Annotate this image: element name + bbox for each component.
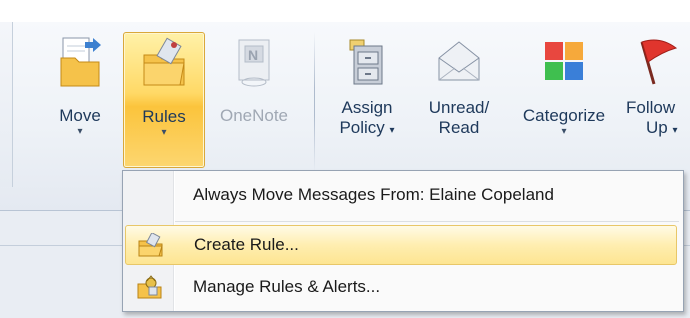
envelope-icon xyxy=(438,41,480,81)
always-move-label: Always Move Messages From: Elaine Copela… xyxy=(193,185,554,204)
unread-read-label: Unread/ Read xyxy=(429,98,489,138)
ribbon-left-edge xyxy=(0,22,13,187)
chevron-down-icon: ▾ xyxy=(672,125,678,136)
chevron-down-icon: ▾ xyxy=(561,126,567,137)
up-label-line2: Up xyxy=(646,118,668,137)
policy-label-line2: Policy xyxy=(339,118,385,137)
onenote-label: OneNote xyxy=(219,106,289,125)
menu-separator xyxy=(175,221,679,222)
onenote-icon: N xyxy=(238,39,270,87)
move-folder-icon xyxy=(60,37,101,87)
categorize-label: Categorize xyxy=(522,106,606,125)
ribbon-group-separator xyxy=(314,32,315,172)
menu-item-always-move[interactable]: Always Move Messages From: Elaine Copela… xyxy=(125,175,677,215)
move-label: Move xyxy=(59,106,101,125)
menu-item-create-rule[interactable]: Create Rule... xyxy=(125,225,677,265)
unread-read-button[interactable]: Unread/ Read xyxy=(416,32,502,166)
policy-cabinet-icon xyxy=(349,39,383,85)
follow-label-line1: Follow xyxy=(626,98,676,117)
red-flag-icon xyxy=(640,39,678,85)
follow-up-button[interactable]: Follow Up ▾ xyxy=(626,32,690,166)
rules-folder-icon xyxy=(143,37,185,86)
rules-button[interactable]: Rules ▾ xyxy=(123,32,205,168)
chevron-down-icon: ▾ xyxy=(389,125,395,136)
unread-label-line1: Unread/ xyxy=(428,98,490,117)
assign-policy-label: Assign Policy ▾ xyxy=(339,98,394,141)
create-rule-icon xyxy=(126,233,176,257)
onenote-button[interactable]: N OneNote xyxy=(208,32,300,166)
move-button[interactable]: Move ▾ xyxy=(44,32,116,166)
title-area xyxy=(0,0,690,23)
chevron-down-icon: ▾ xyxy=(77,126,83,137)
rules-dropdown-menu: Always Move Messages From: Elaine Copela… xyxy=(122,170,684,312)
svg-text:N: N xyxy=(248,47,258,63)
categorize-button[interactable]: Categorize ▾ xyxy=(508,32,620,166)
chevron-down-icon: ▾ xyxy=(161,127,167,138)
assign-label-line1: Assign xyxy=(341,98,393,117)
read-label-line2: Read xyxy=(438,118,480,137)
manage-rules-label: Manage Rules & Alerts... xyxy=(193,277,381,296)
manage-rules-icon xyxy=(125,275,175,299)
assign-policy-button[interactable]: Assign Policy ▾ xyxy=(328,32,406,166)
menu-item-manage-rules[interactable]: Manage Rules & Alerts... xyxy=(125,267,677,307)
color-grid-icon xyxy=(545,42,583,80)
rules-label: Rules xyxy=(142,107,186,126)
create-rule-label: Create Rule... xyxy=(194,235,299,254)
follow-up-label: Follow Up ▾ xyxy=(626,98,678,141)
